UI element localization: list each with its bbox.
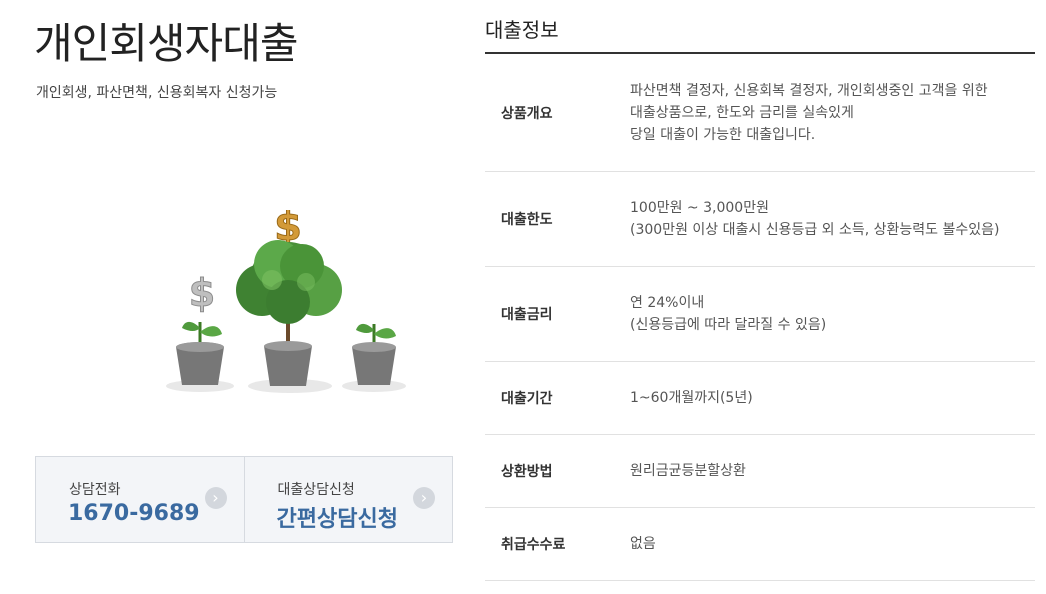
money-tree-icon: $ $ (166, 210, 406, 393)
info-line: 1~60개월까지(5년) (630, 390, 753, 406)
info-line: 100만원 ~ 3,000만원 (630, 200, 769, 216)
loan-apply-label: 대출상담신청 (277, 482, 355, 498)
info-row-fee: 취급수수료 없음 (485, 508, 1035, 581)
info-row-value: 연 24%이내 (신용등급에 따라 달라질 수 있음) (630, 292, 1030, 336)
info-row-limit: 대출한도 100만원 ~ 3,000만원 (300만원 이상 대출시 신용등급 … (485, 172, 1035, 267)
loan-info-title: 대출정보 (485, 18, 559, 42)
phone-consult-label: 상담전화 (69, 482, 121, 498)
info-line: (신용등급에 따라 달라질 수 있음) (630, 317, 827, 333)
info-line: 당일 대출이 가능한 대출입니다. (630, 126, 816, 143)
chevron-right-icon: › (204, 487, 227, 509)
info-row-value: 파산면책 결정자, 신용회복 결정자, 개인회생중인 고객을 위한 대출상품으로… (630, 80, 1030, 146)
info-row-value: 100만원 ~ 3,000만원 (300만원 이상 대출시 신용등급 외 소득,… (630, 197, 1030, 241)
info-row-period: 대출기간 1~60개월까지(5년) (485, 362, 1035, 435)
page-title: 개인회생자대출 (34, 19, 298, 68)
info-row-value: 1~60개월까지(5년) (630, 387, 1030, 409)
info-line: (300만원 이상 대출시 신용등급 외 소득, 상환능력도 볼수있음) (630, 222, 1000, 238)
info-row-overview: 상품개요 파산면책 결정자, 신용회복 결정자, 개인회생중인 고객을 위한 대… (485, 54, 1035, 172)
info-line: 없음 (630, 536, 656, 552)
info-row-label: 상환방법 (501, 464, 553, 480)
chevron-right-icon: › (413, 487, 435, 509)
info-line: 대출상품으로, 한도와 금리를 실속있게 (630, 104, 854, 121)
info-row-label: 상품개요 (501, 105, 553, 122)
info-line: 파산면책 결정자, 신용회복 결정자, 개인회생중인 고객을 위한 (630, 82, 988, 99)
info-row-value: 없음 (630, 533, 1030, 555)
info-row-rate: 대출금리 연 24%이내 (신용등급에 따라 달라질 수 있음) (485, 267, 1035, 362)
info-line: 원리금균등분할상환 (630, 463, 746, 479)
info-row-repayment: 상환방법 원리금균등분할상환 (485, 435, 1035, 508)
info-row-label: 대출금리 (501, 307, 553, 323)
phone-number: 1670-9689 (68, 501, 200, 526)
svg-text:$: $ (189, 271, 215, 315)
info-line: 연 24%이내 (630, 295, 705, 311)
loan-apply-button[interactable]: 대출상담신청 간편상담신청 › (243, 457, 453, 542)
info-row-value: 원리금균등분할상환 (630, 460, 1030, 482)
info-row-label: 대출기간 (501, 391, 553, 407)
info-row-label: 취급수수료 (501, 537, 566, 553)
product-panel: 개인회생자대출 개인회생, 파산면책, 신용회복자 신청가능 $ $ 상담전화 … (0, 0, 470, 594)
info-row-label: 대출한도 (501, 212, 553, 228)
page-subtitle: 개인회생, 파산면책, 신용회복자 신청가능 (36, 85, 278, 101)
easy-apply-text: 간편상담신청 (276, 507, 398, 532)
phone-consult-button[interactable]: 상담전화 1670-9689 › (36, 457, 244, 542)
cta-panel: 상담전화 1670-9689 › 대출상담신청 간편상담신청 › (35, 456, 453, 543)
